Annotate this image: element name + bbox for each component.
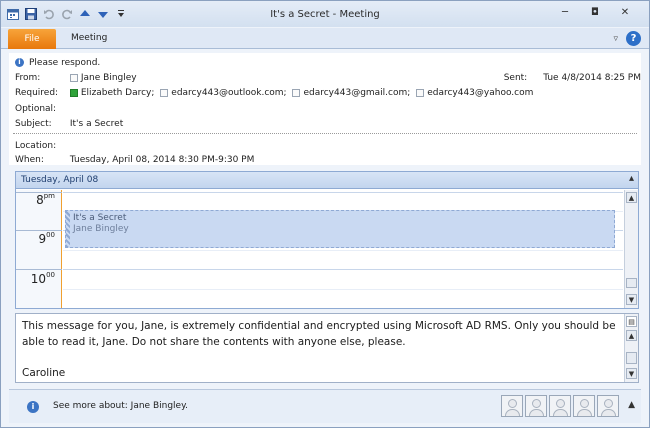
- sent-value: Tue 4/8/2014 8:25 PM: [543, 73, 641, 83]
- scroll-down-button[interactable]: ▼: [626, 368, 637, 379]
- message-body[interactable]: This message for you, Jane, is extremely…: [15, 313, 639, 383]
- avatar[interactable]: [597, 395, 619, 417]
- time-column: 8pm 900 1000: [16, 190, 62, 308]
- avatar[interactable]: [549, 395, 571, 417]
- chevron-up-icon[interactable]: ▲: [628, 400, 635, 410]
- tentative-status-bar: [66, 211, 70, 247]
- avatar-strip: [501, 395, 619, 417]
- appointment-block[interactable]: It's a Secret Jane Bingley: [65, 210, 615, 248]
- time-label: 1000: [30, 271, 55, 286]
- scroll-thumb[interactable]: [626, 352, 637, 364]
- body-line: able to read it, Jane. Do not share the …: [22, 336, 406, 348]
- meeting-window: It's a Secret - Meeting ─ ◘ ✕ File Meeti…: [0, 0, 650, 428]
- ribbon-controls: ▿ ?: [613, 31, 641, 46]
- message-header: i Please respond. From: Jane Bingley Sent…: [9, 53, 641, 165]
- response-notice: i Please respond.: [15, 58, 100, 68]
- grid-line: [63, 269, 623, 270]
- title-bar: It's a Secret - Meeting ─ ◘ ✕: [1, 1, 649, 27]
- required-row: Required: Elizabeth Darcy; edarcy443@out…: [15, 88, 533, 98]
- ruler-icon[interactable]: ▤: [626, 316, 637, 327]
- avatar[interactable]: [573, 395, 595, 417]
- people-pane: i See more about: Jane Bingley. ▲: [9, 389, 641, 423]
- avatar[interactable]: [525, 395, 547, 417]
- contact-status-icon: [160, 88, 169, 97]
- window-controls: ─ ◘ ✕: [559, 7, 631, 18]
- calendar-date: Tuesday, April 08: [21, 175, 99, 185]
- location-row: Location:: [15, 141, 67, 151]
- grid-line: [63, 289, 623, 290]
- grid-line: [63, 250, 623, 251]
- when-value: Tuesday, April 08, 2014 8:30 PM-9:30 PM: [69, 155, 255, 165]
- scroll-down-button[interactable]: ▼: [626, 294, 637, 305]
- from-row: From: Jane Bingley: [15, 73, 137, 83]
- grid-line: [63, 192, 623, 193]
- body-scrollbar[interactable]: ▤ ▲ ▼: [624, 314, 638, 382]
- restore-button[interactable]: ◘: [589, 7, 601, 18]
- sent-label: Sent:: [503, 73, 528, 83]
- tab-file[interactable]: File: [8, 29, 56, 49]
- appointment-title: It's a Secret: [73, 213, 127, 223]
- required-attendee[interactable]: edarcy443@gmail.com;: [303, 88, 410, 98]
- scroll-up-button[interactable]: ▲: [626, 192, 637, 203]
- optional-row: Optional:: [15, 104, 67, 114]
- when-row: When: Tuesday, April 08, 2014 8:30 PM-9:…: [15, 155, 254, 165]
- subject-value: It's a Secret: [69, 119, 124, 129]
- chevron-up-icon[interactable]: ▴: [629, 173, 634, 184]
- required-attendee[interactable]: edarcy443@yahoo.com: [427, 88, 533, 98]
- contact-status-icon: [416, 88, 425, 97]
- info-icon: i: [27, 401, 39, 413]
- scroll-up-button[interactable]: ▲: [626, 330, 637, 341]
- contact-status-icon: [292, 88, 301, 97]
- help-icon[interactable]: ?: [626, 31, 641, 46]
- hour-divider: [16, 269, 62, 270]
- ribbon-tabs: File Meeting ▿ ?: [1, 28, 649, 49]
- calendar-header: Tuesday, April 08 ▴: [16, 172, 638, 189]
- calendar-preview: Tuesday, April 08 ▴ 8pm 900 1000 It's a …: [15, 171, 639, 309]
- required-attendee[interactable]: edarcy443@outlook.com;: [171, 88, 286, 98]
- from-value[interactable]: Jane Bingley: [81, 73, 137, 83]
- scroll-thumb[interactable]: [626, 278, 637, 288]
- required-attendee[interactable]: Elizabeth Darcy;: [81, 88, 155, 98]
- contact-status-icon: [69, 73, 78, 82]
- window-title: It's a Secret - Meeting: [270, 9, 380, 20]
- info-icon: i: [15, 58, 24, 67]
- notice-text: Please respond.: [29, 58, 101, 68]
- subject-label: Subject:: [15, 119, 52, 129]
- calendar-scrollbar[interactable]: ▲ ▼: [624, 190, 638, 308]
- time-label: 900: [38, 231, 55, 246]
- body-line: This message for you, Jane, is extremely…: [22, 320, 616, 332]
- optional-label: Optional:: [15, 104, 57, 114]
- time-label: 8pm: [36, 192, 55, 207]
- from-label: From:: [15, 73, 41, 83]
- sent-info: Sent: Tue 4/8/2014 8:25 PM: [504, 73, 641, 83]
- when-label: When:: [15, 155, 44, 165]
- presence-available-icon: [69, 88, 78, 97]
- see-more-link[interactable]: See more about: Jane Bingley.: [53, 401, 188, 411]
- minimize-button[interactable]: ─: [559, 7, 571, 18]
- location-label: Location:: [15, 141, 57, 151]
- hour-divider: [16, 230, 62, 231]
- signature: Caroline: [22, 367, 66, 379]
- appointment-organizer: Jane Bingley: [73, 224, 129, 234]
- chevron-down-icon[interactable]: ▿: [613, 34, 618, 44]
- tab-meeting[interactable]: Meeting: [71, 33, 107, 43]
- close-button[interactable]: ✕: [619, 7, 631, 18]
- header-divider: [13, 133, 637, 134]
- required-label: Required:: [15, 88, 59, 98]
- day-grid[interactable]: It's a Secret Jane Bingley: [63, 190, 623, 308]
- avatar[interactable]: [501, 395, 523, 417]
- subject-row: Subject: It's a Secret: [15, 119, 123, 129]
